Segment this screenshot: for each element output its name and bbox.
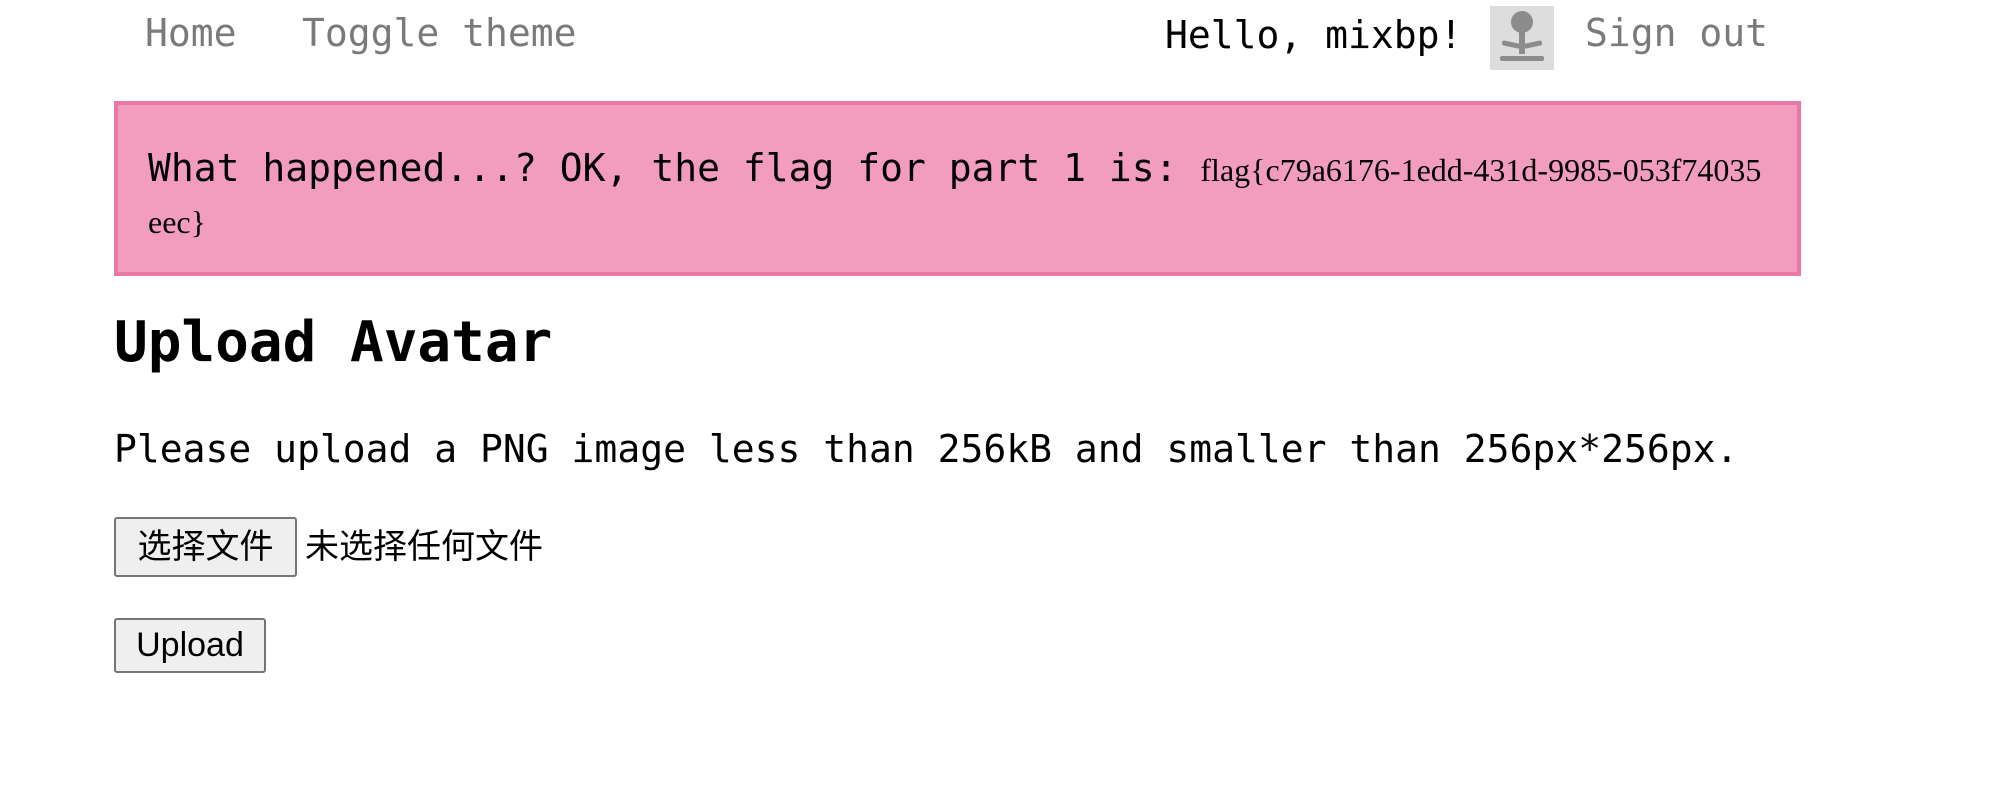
upload-instructions: Please upload a PNG image less than 256k… (114, 427, 1739, 471)
page-title: Upload Avatar (114, 310, 553, 375)
alert-message: What happened...? OK, the flag for part … (148, 143, 1767, 247)
upload-button[interactable]: Upload (114, 618, 266, 673)
flag-alert: What happened...? OK, the flag for part … (114, 101, 1801, 276)
file-input-row: 选择文件 未选择任何文件 (114, 517, 543, 577)
user-greeting: Hello, mixbp! (1165, 13, 1463, 57)
alert-text: What happened...? OK, the flag for part … (148, 146, 1201, 190)
top-nav: Home Toggle theme Hello, mixbp! Sign out (0, 0, 1993, 70)
home-link[interactable]: Home (145, 10, 237, 56)
no-file-chosen-text: 未选择任何文件 (305, 527, 543, 567)
sign-out-link[interactable]: Sign out (1585, 10, 1768, 56)
choose-file-button[interactable]: 选择文件 (114, 517, 297, 577)
toggle-theme-link[interactable]: Toggle theme (302, 10, 577, 56)
user-avatar-icon (1500, 11, 1544, 61)
avatar (1490, 6, 1554, 70)
